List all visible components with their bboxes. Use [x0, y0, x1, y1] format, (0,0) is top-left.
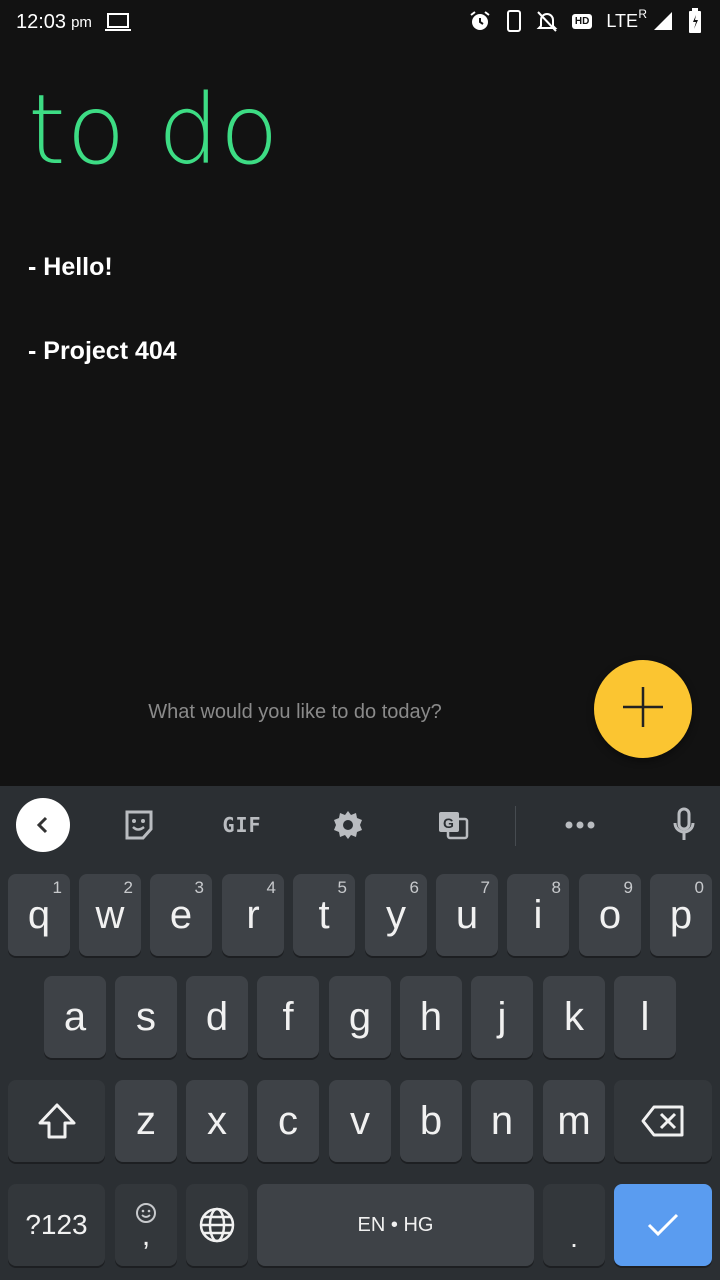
translate-icon: G [439, 812, 469, 840]
sticker-button[interactable] [112, 798, 166, 852]
key-j[interactable]: j [471, 976, 533, 1058]
check-icon [647, 1213, 679, 1237]
key-v[interactable]: v [329, 1080, 391, 1162]
key-c[interactable]: c [257, 1080, 319, 1162]
svg-text:G: G [443, 815, 454, 831]
key-g[interactable]: g [329, 976, 391, 1058]
hd-badge: HD [571, 13, 593, 29]
key-k[interactable]: k [543, 976, 605, 1058]
todo-list: - Hello! - Project 404 [28, 250, 177, 418]
phone-icon [506, 9, 522, 33]
key-b[interactable]: b [400, 1080, 462, 1162]
emoji-comma-key[interactable]: , [115, 1184, 177, 1266]
gif-button[interactable]: GIF [215, 798, 269, 852]
key-x[interactable]: x [186, 1080, 248, 1162]
microphone-icon [673, 807, 695, 840]
key-a[interactable]: a [44, 976, 106, 1058]
keyboard-back-button[interactable] [16, 798, 70, 852]
gif-label: GIF [222, 813, 262, 837]
chevron-left-icon [36, 816, 48, 834]
app-title: to do [28, 74, 280, 186]
backspace-key[interactable] [614, 1080, 712, 1162]
keyboard-settings-button[interactable] [321, 798, 375, 852]
backspace-icon [641, 1105, 684, 1137]
plus-icon [621, 685, 665, 733]
key-i[interactable]: 8i [507, 874, 569, 956]
keyboard-toolbar: GIF G [0, 786, 720, 864]
language-key[interactable] [186, 1184, 248, 1266]
key-t[interactable]: 5t [293, 874, 355, 956]
todo-item[interactable]: - Hello! [28, 250, 177, 334]
more-options-button[interactable] [553, 798, 607, 852]
sticker-icon [125, 810, 153, 840]
more-horiz-icon [565, 821, 595, 829]
soft-keyboard: GIF G 1q 2w 3e 4r 5t 6y 7u 8i 9o 0p a s … [0, 786, 720, 1280]
toolbar-divider [515, 806, 516, 846]
key-z[interactable]: z [115, 1080, 177, 1162]
battery-icon [688, 8, 702, 34]
key-n[interactable]: n [471, 1080, 533, 1162]
status-bar: 12:03 pm HD LTE R [0, 0, 720, 44]
shift-icon [38, 1103, 75, 1139]
add-task-button[interactable] [594, 660, 692, 758]
key-o[interactable]: 9o [579, 874, 641, 956]
laptop-icon [104, 11, 132, 33]
notifications-off-icon [536, 9, 558, 33]
period-key[interactable]: . [543, 1184, 605, 1266]
key-r[interactable]: 4r [222, 874, 284, 956]
status-time: 12:03 [16, 10, 67, 33]
key-l[interactable]: l [614, 976, 676, 1058]
signal-icon [652, 10, 674, 32]
key-h[interactable]: h [400, 976, 462, 1058]
key-u[interactable]: 7u [436, 874, 498, 956]
symbols-key[interactable]: ?123 [8, 1184, 105, 1266]
translate-button[interactable]: G [426, 798, 480, 852]
space-key[interactable]: EN • HG [257, 1184, 534, 1266]
status-icons: HD LTE R [468, 6, 702, 34]
voice-input-button[interactable] [657, 798, 711, 852]
key-y[interactable]: 6y [365, 874, 427, 956]
globe-icon [199, 1207, 235, 1243]
key-m[interactable]: m [543, 1080, 605, 1162]
network-type: LTE R [606, 6, 647, 31]
alarm-icon [468, 9, 492, 33]
key-f[interactable]: f [257, 976, 319, 1058]
shift-key[interactable] [8, 1080, 105, 1162]
key-d[interactable]: d [186, 976, 248, 1058]
enter-key[interactable] [614, 1184, 712, 1266]
key-e[interactable]: 3e [150, 874, 212, 956]
key-w[interactable]: 2w [79, 874, 141, 956]
key-q[interactable]: 1q [8, 874, 70, 956]
key-s[interactable]: s [115, 976, 177, 1058]
gear-icon [334, 811, 362, 839]
key-p[interactable]: 0p [650, 874, 712, 956]
todo-item[interactable]: - Project 404 [28, 334, 177, 418]
new-task-input[interactable] [90, 690, 500, 734]
status-ampm: pm [71, 13, 92, 31]
